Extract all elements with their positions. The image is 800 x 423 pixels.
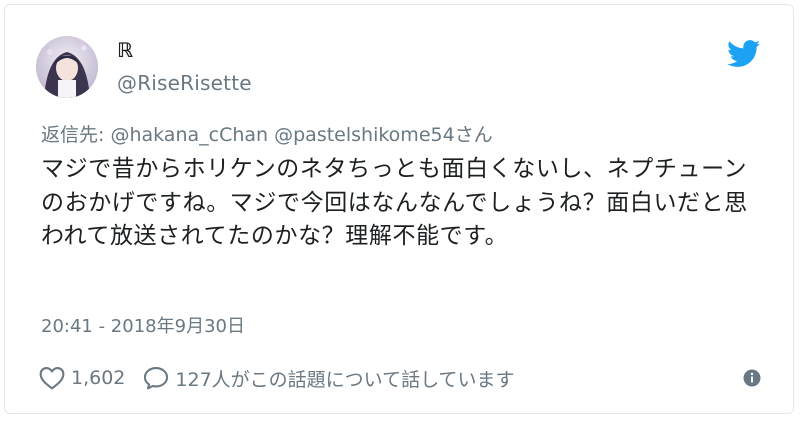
like-button[interactable]: 1,602 bbox=[39, 366, 125, 390]
talk-label: 127人がこの話題について話しています bbox=[175, 368, 515, 391]
reply-mentions[interactable]: @hakana_cChan @pastelshikome54 bbox=[110, 124, 454, 146]
heart-icon bbox=[39, 367, 65, 390]
like-count: 1,602 bbox=[71, 367, 126, 389]
speech-bubble-icon bbox=[144, 367, 169, 390]
avatar[interactable] bbox=[36, 36, 98, 98]
tweet-actions: 1,602 127人がこの話題について話しています bbox=[39, 363, 533, 393]
tweet-text: マジで昔からホリケンのネタちっとも面白くないし、ネプチューンのおかげですね。マジ… bbox=[41, 156, 748, 249]
info-icon[interactable] bbox=[743, 369, 761, 387]
twitter-bird-icon[interactable] bbox=[727, 40, 761, 68]
avatar-image bbox=[36, 36, 98, 98]
reply-prefix: 返信先: bbox=[41, 124, 111, 146]
display-name[interactable]: ℝ bbox=[117, 38, 133, 62]
user-handle[interactable]: @RiseRisette bbox=[117, 70, 252, 96]
reply-context: 返信先: @hakana_cChan @pastelshikome54さん bbox=[41, 122, 493, 148]
tweet-timestamp[interactable]: 20:41 - 2018年9月30日 bbox=[41, 315, 245, 339]
reply-suffix: さん bbox=[454, 124, 493, 146]
talk-about-button[interactable]: 127人がこの話題について話しています bbox=[143, 365, 515, 392]
